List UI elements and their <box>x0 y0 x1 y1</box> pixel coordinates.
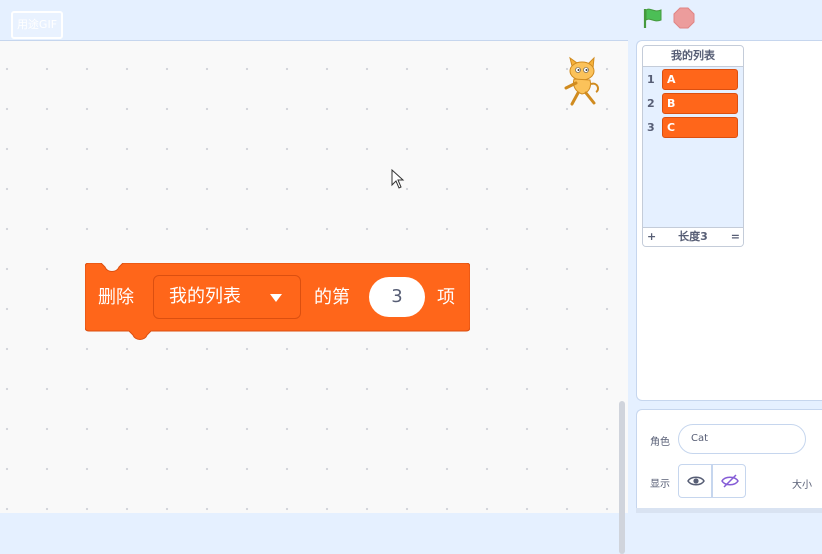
list-dropdown-label: 我的列表 <box>169 286 241 307</box>
hide-sprite-button[interactable] <box>712 464 746 498</box>
list-item[interactable]: 1 A <box>643 69 743 91</box>
list-item-value[interactable]: A <box>662 69 738 90</box>
size-label: 大小 <box>792 480 812 491</box>
list-monitor-footer: + 长度3 = <box>643 227 743 246</box>
block-delete-label: 删除 <box>98 287 134 308</box>
sprite-name-field[interactable]: Cat <box>678 424 806 454</box>
eye-slash-icon <box>721 474 739 488</box>
dropdown-caret-icon <box>270 294 282 302</box>
workspace-scrollbar[interactable] <box>619 401 625 554</box>
block-item-label: 项 <box>437 287 455 308</box>
list-monitor-title: 我的列表 <box>643 46 743 67</box>
list-item-index: 1 <box>647 73 655 86</box>
list-item[interactable]: 2 B <box>643 93 743 115</box>
sprite-name-label: 角色 <box>650 437 670 448</box>
stage[interactable]: 我的列表 1 A 2 B 3 C + 长度3 = <box>636 40 822 401</box>
list-item[interactable]: 3 C <box>643 117 743 139</box>
eye-icon <box>687 476 705 486</box>
list-dropdown[interactable]: 我的列表 <box>153 275 301 319</box>
sprite-list-edge <box>636 508 822 513</box>
show-sprite-button[interactable] <box>678 464 712 498</box>
cat-sprite-thumbnail-icon <box>564 56 600 106</box>
list-item-value[interactable]: B <box>662 93 738 114</box>
stage-header: 用途GIF <box>0 0 822 40</box>
item-index-input[interactable]: 3 <box>369 277 425 317</box>
resize-handle[interactable]: = <box>731 228 740 246</box>
list-item-index: 2 <box>647 97 655 110</box>
show-label: 显示 <box>650 479 670 490</box>
delete-list-item-block[interactable]: 删除 我的列表 的第 3 项 <box>85 263 470 341</box>
mouse-pointer-icon <box>391 169 405 189</box>
stop-icon[interactable] <box>672 6 696 30</box>
list-monitor[interactable]: 我的列表 1 A 2 B 3 C + 长度3 = <box>642 45 744 247</box>
green-flag-icon[interactable] <box>641 6 665 30</box>
list-item-index: 3 <box>647 121 655 134</box>
list-length-label: 长度3 <box>678 230 708 243</box>
list-item-value[interactable]: C <box>662 117 738 138</box>
block-of-label: 的第 <box>314 287 350 308</box>
gif-record-badge[interactable]: 用途GIF <box>11 11 63 39</box>
sprite-info-panel: 角色 Cat 显示 大小 <box>636 409 822 513</box>
